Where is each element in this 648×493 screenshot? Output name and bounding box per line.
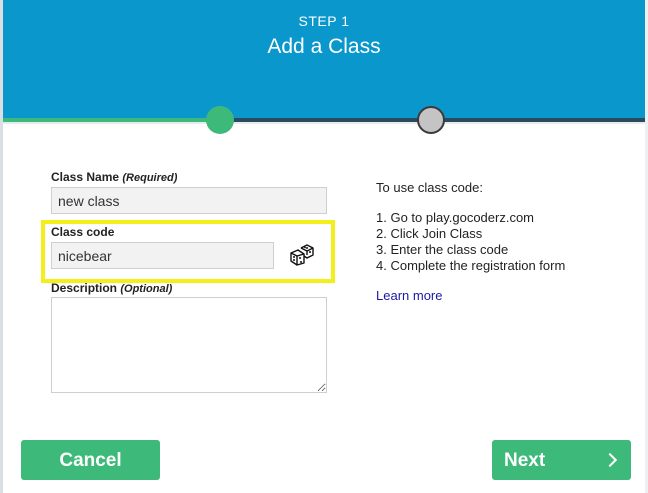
dialog-header: STEP 1 Add a Class: [3, 0, 645, 118]
class-name-label: Class Name (Required): [51, 170, 177, 184]
cancel-button-label: Cancel: [59, 450, 122, 471]
dialog-title: Add a Class: [267, 35, 381, 58]
stepper-dot-step-1: [206, 106, 234, 134]
class-code-label: Class code: [51, 225, 115, 239]
stepper-divider: [3, 122, 645, 124]
stepper-dot-step-2: [417, 106, 445, 134]
class-name-input[interactable]: [51, 187, 327, 214]
class-code-input[interactable]: [51, 242, 274, 269]
learn-more-link[interactable]: Learn more: [376, 288, 442, 303]
description-optional-hint: (Optional): [120, 283, 173, 295]
instruction-step: 2. Click Join Class: [376, 226, 483, 241]
description-label-text: Description: [51, 281, 118, 295]
cancel-button[interactable]: Cancel: [21, 440, 160, 480]
step-indicator-text: STEP 1: [298, 13, 350, 29]
instruction-step: 4. Complete the registration form: [376, 258, 566, 273]
description-label: Description (Optional): [51, 281, 172, 295]
instructions-list: 1. Go to play.gocoderz.com 2. Click Join…: [376, 210, 565, 274]
add-class-dialog: STEP 1 Add a Class Class Name (Required)…: [0, 0, 648, 493]
next-button-label: Next: [504, 450, 546, 471]
class-name-label-text: Class Name: [51, 170, 120, 184]
instruction-step: 1. Go to play.gocoderz.com: [376, 210, 535, 225]
class-name-required-hint: (Required): [122, 172, 178, 184]
instruction-step: 3. Enter the class code: [376, 242, 509, 257]
dice-icon[interactable]: [289, 244, 315, 266]
instructions-heading: To use class code:: [376, 180, 483, 195]
next-button[interactable]: Next: [492, 440, 631, 480]
description-textarea[interactable]: [51, 297, 327, 393]
chevron-right-icon: [602, 452, 618, 468]
